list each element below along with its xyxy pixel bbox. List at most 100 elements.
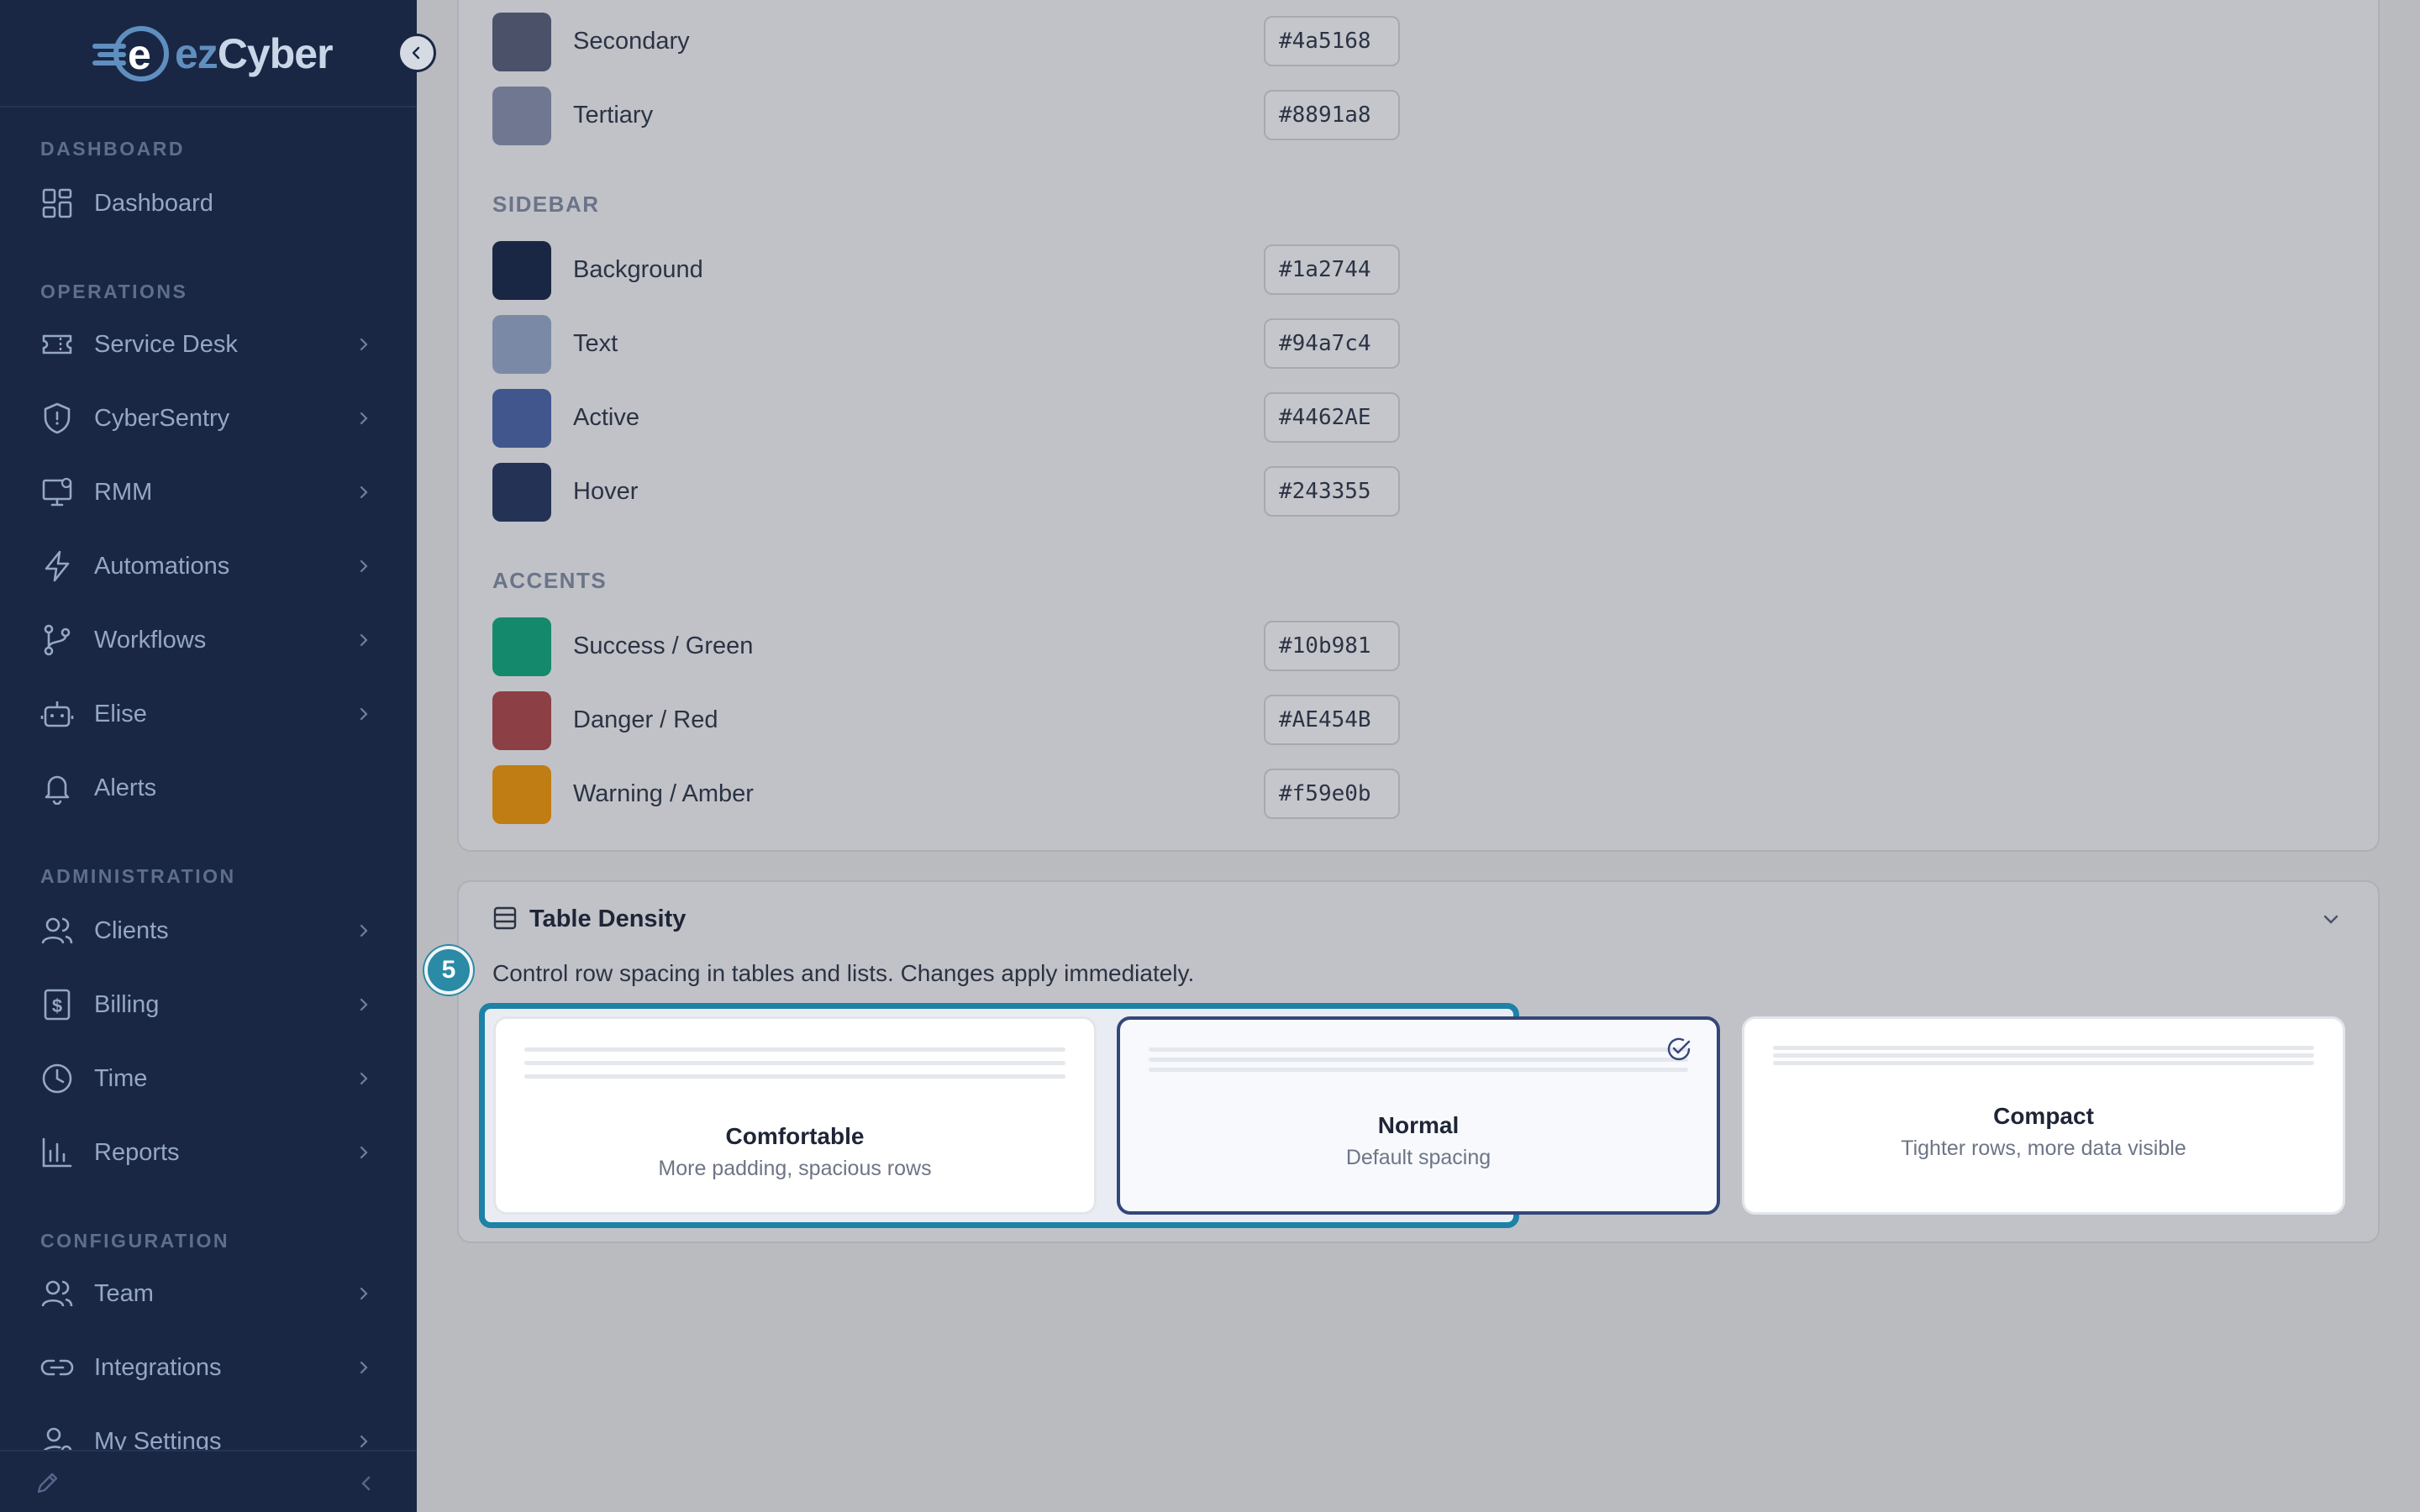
chevron-left-icon[interactable] xyxy=(358,1475,375,1492)
preview-line xyxy=(1773,1046,2314,1050)
chevron-right-icon xyxy=(360,1435,368,1448)
color-swatch[interactable] xyxy=(492,691,551,750)
table-icon xyxy=(493,906,517,930)
sidebar-item-label: RMM xyxy=(94,478,153,506)
robot-icon xyxy=(40,701,74,727)
color-swatch[interactable] xyxy=(492,87,551,145)
sidebar-item-dashboard[interactable]: Dashboard xyxy=(0,174,417,233)
sidebar-item-label: Workflows xyxy=(94,626,207,654)
sidebar-item-reports[interactable]: Reports xyxy=(0,1123,417,1182)
sidebar-item-service-desk[interactable]: Service Desk xyxy=(0,315,417,374)
sidebar-item-label: Service Desk xyxy=(94,330,238,358)
color-label: Hover xyxy=(573,478,639,505)
sidebar-item-label: CyberSentry xyxy=(94,404,230,432)
sidebar-item-workflows[interactable]: Workflows xyxy=(0,611,417,669)
density-option-compact[interactable]: Compact Tighter rows, more data visible xyxy=(1742,1016,2345,1215)
section-description: Control row spacing in tables and lists.… xyxy=(492,960,1195,986)
sidebar-item-label: Reports xyxy=(94,1138,180,1166)
hex-input[interactable]: #10b981 xyxy=(1264,621,1400,671)
density-option-normal[interactable]: Normal Default spacing xyxy=(1117,1016,1720,1215)
logo-ez: ez xyxy=(175,30,218,77)
bell-icon xyxy=(45,775,70,805)
hex-input[interactable]: #f59e0b xyxy=(1264,769,1400,819)
color-swatch[interactable] xyxy=(492,315,551,374)
sidebar-item-clients[interactable]: Clients xyxy=(0,901,417,960)
sidebar-item-billing[interactable]: $ Billing xyxy=(0,975,417,1034)
color-row-secondary: Secondary #4a5168 xyxy=(492,13,1400,71)
chevron-right-icon xyxy=(360,707,368,721)
color-label: Tertiary xyxy=(573,102,654,129)
density-option-comfortable[interactable]: Comfortable More padding, spacious rows xyxy=(493,1016,1097,1215)
sidebar-item-label: Time xyxy=(94,1064,148,1092)
preview-line xyxy=(1773,1053,2314,1058)
sidebar-item-automations[interactable]: Automations xyxy=(0,537,417,596)
branch-icon xyxy=(44,624,71,656)
sidebar-item-integrations[interactable]: Integrations xyxy=(0,1338,417,1397)
chevron-right-icon xyxy=(360,486,368,499)
users-icon xyxy=(41,1280,73,1307)
color-swatch[interactable] xyxy=(492,463,551,522)
hex-input[interactable]: #8891a8 xyxy=(1264,90,1400,140)
color-swatch[interactable] xyxy=(492,765,551,824)
sidebar-item-label: Billing xyxy=(94,990,160,1018)
lightning-icon xyxy=(45,550,70,582)
collapse-sidebar-button[interactable] xyxy=(397,34,436,72)
ezcyber-logo[interactable]: e ezCyber xyxy=(91,20,334,87)
preview-line xyxy=(1149,1058,1688,1062)
chevron-right-icon xyxy=(360,1287,368,1300)
option-name: Comfortable xyxy=(725,1123,865,1149)
sidebar-item-label: Dashboard xyxy=(94,189,213,217)
option-description: Tighter rows, more data visible xyxy=(1901,1137,2186,1160)
pencil-icon[interactable] xyxy=(34,1470,60,1497)
sidebar-item-cybersentry[interactable]: CyberSentry xyxy=(0,389,417,448)
color-label: Background xyxy=(573,256,703,283)
color-row-text: Text #94a7c4 xyxy=(492,315,1400,374)
color-swatch[interactable] xyxy=(492,13,551,71)
sidebar-item-elise[interactable]: Elise xyxy=(0,685,417,743)
section-label-administration: ADMINISTRATION xyxy=(40,865,236,887)
sidebar-item-team[interactable]: Team xyxy=(0,1264,417,1323)
link-icon xyxy=(40,1359,74,1376)
color-swatch[interactable] xyxy=(492,241,551,300)
svg-text:$: $ xyxy=(52,995,62,1016)
sidebar-item-time[interactable]: Time xyxy=(0,1049,417,1108)
sidebar-item-label: Integrations xyxy=(94,1353,222,1381)
sidebar-item-alerts[interactable]: Alerts xyxy=(0,759,417,817)
hex-input[interactable]: #4462AE xyxy=(1264,392,1400,443)
preview-line xyxy=(524,1061,1065,1065)
logo-mark-icon: e xyxy=(92,26,169,81)
hex-input[interactable]: #94a7c4 xyxy=(1264,318,1400,369)
preview-line xyxy=(1149,1047,1688,1052)
bar-chart-icon xyxy=(42,1137,72,1168)
chevron-right-icon xyxy=(360,924,368,937)
color-label: Secondary xyxy=(573,28,690,55)
chevron-down-icon[interactable] xyxy=(2321,909,2341,929)
chevron-right-icon xyxy=(360,412,368,425)
sidebar-item-label: Clients xyxy=(94,916,169,944)
hex-input[interactable]: #243355 xyxy=(1264,466,1400,517)
shield-icon xyxy=(44,402,71,434)
preview-line xyxy=(524,1074,1065,1079)
chevron-right-icon xyxy=(360,1361,368,1374)
chevron-left-icon xyxy=(412,46,420,60)
color-row-warning: Warning / Amber #f59e0b xyxy=(492,765,1400,824)
sidebar-item-rmm[interactable]: RMM xyxy=(0,463,417,522)
chevron-right-icon xyxy=(360,1072,368,1085)
color-label: Active xyxy=(573,404,639,431)
color-row-danger: Danger / Red #AE454B xyxy=(492,691,1400,750)
color-swatch[interactable] xyxy=(492,389,551,448)
section-label-dashboard: DASHBOARD xyxy=(40,138,185,160)
option-description: More padding, spacious rows xyxy=(658,1157,932,1180)
sidebar-divider xyxy=(0,106,417,108)
chevron-right-icon xyxy=(360,1146,368,1159)
color-row-active: Active #4462AE xyxy=(492,389,1400,448)
hex-input[interactable]: #1a2744 xyxy=(1264,244,1400,295)
color-label: Text xyxy=(573,330,618,357)
hex-input[interactable]: #AE454B xyxy=(1264,695,1400,745)
hex-input[interactable]: #4a5168 xyxy=(1264,16,1400,66)
users-icon xyxy=(41,917,73,944)
chevron-right-icon xyxy=(360,633,368,647)
color-row-tertiary: Tertiary #8891a8 xyxy=(492,87,1400,145)
section-label-configuration: CONFIGURATION xyxy=(40,1230,230,1252)
color-swatch[interactable] xyxy=(492,617,551,676)
